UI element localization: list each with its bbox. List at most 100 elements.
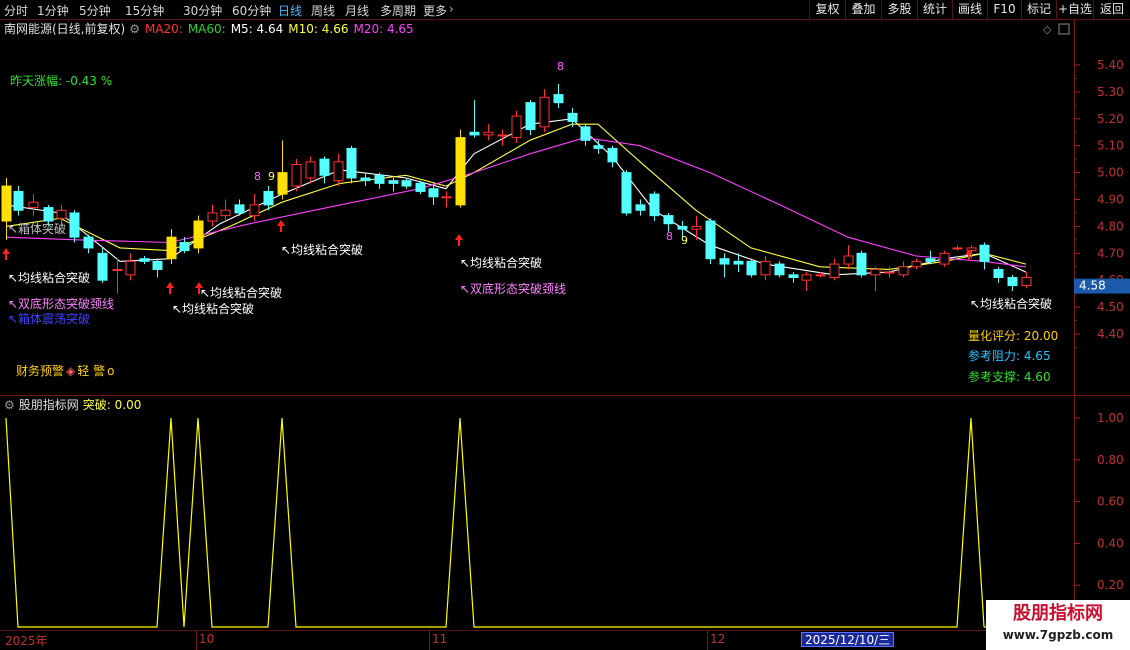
period-tab-2[interactable]: 5分钟 [79,2,111,19]
date-axis: 2025年 10 11 12 2025/12/10/三 [0,630,1130,650]
sequence-count-label: 8 [666,230,673,243]
period-tab-4[interactable]: 30分钟 [183,2,222,19]
price-tick-label: 4.70 [1097,246,1124,260]
candle-body-highlight [166,236,177,260]
candle [13,186,24,216]
candle-body-down [925,258,936,262]
candle [788,272,799,283]
price-tick-label: 4.90 [1097,193,1124,207]
toolbar-button-8[interactable]: 返回 [1093,0,1130,20]
period-tab-6[interactable]: 日线 [278,2,302,19]
chart-title-line: 南网能源(日线,前复权) ⚙ MA20: MA60: M5: 4.64 M10: 4.66… [4,21,414,36]
candle-body-down [733,260,744,265]
price-tick-label: 4.40 [1097,327,1124,341]
period-tab-10[interactable]: 更多 [423,2,447,19]
date-axis-divider [196,631,197,650]
candle-body-up [911,260,922,268]
pattern-label: ↖均线粘合突破 [460,255,542,270]
candle-body-up [207,212,218,222]
toolbar-button-7[interactable]: +自选 [1056,0,1093,20]
candle-body-highlight [1,185,12,222]
pattern-label: ↖均线粘合突破 [172,301,254,316]
more-chevron-icon[interactable]: › [449,2,454,16]
candle [333,153,344,187]
prev-change-label: 昨天涨幅: -0.43 % [10,73,112,88]
candle-body-up [220,209,231,217]
candle [234,199,245,216]
candle-body-up [801,274,812,281]
toolbar-button-0[interactable]: 复权 [809,0,845,20]
candle-body-down [360,177,371,182]
toolbar-button-4[interactable]: 画线 [952,0,987,20]
candle-body-down [607,147,618,163]
annotation-layer: ↖均线粘合突破↖双底形态突破颈线↖箱体突破↖箱体震荡突破↖均线粘合突破↖均线粘合… [2,60,1052,326]
site-watermark: 股朋指标网 www.7gpzb.com [986,600,1130,650]
ma-line-m10 [5,123,1027,270]
toolbar-button-1[interactable]: 叠加 [845,0,881,20]
cursor-date-box: 2025/12/10/三 [801,632,895,647]
period-tab-5[interactable]: 60分钟 [232,2,271,19]
toolbar-button-2[interactable]: 多股 [881,0,917,20]
last-price-label: 4.58 [1079,279,1106,293]
candle-body-down [635,204,646,211]
toolbar-button-3[interactable]: 统计 [917,0,952,20]
period-tab-9[interactable]: 多周期 [380,2,416,19]
candle [112,258,123,294]
pattern-label: ↖均线粘合突破 [281,242,363,257]
candle-body-down [13,190,24,211]
period-tab-0[interactable]: 分时 [4,2,28,19]
candle [939,250,950,267]
candle-body-up [112,268,123,271]
candle [760,255,771,281]
candle-body-down [263,190,274,206]
gear-icon[interactable]: ⚙ [4,398,15,412]
period-tab-3[interactable]: 15分钟 [125,2,164,19]
period-tab-8[interactable]: 月线 [345,2,369,19]
settings-gear-icon[interactable]: ⚙ [129,22,140,36]
period-tab-1[interactable]: 1分钟 [37,2,69,19]
pattern-label: ↖双底形态突破颈线 [460,281,566,296]
candle-body-down [746,260,757,276]
candle-body-down [97,252,108,281]
candle [207,204,218,227]
candle-body-up [760,260,771,276]
date-axis-label: 12 [710,632,726,646]
candle [193,215,204,254]
candle-body-highlight [277,172,288,195]
candle [774,261,785,278]
candle [635,199,646,216]
candle-body-down [856,252,867,276]
price-tick-label: 5.10 [1097,139,1124,153]
candle [388,177,399,192]
candle [401,177,412,189]
candle [553,83,564,109]
price-tick-label: 5.30 [1097,85,1124,99]
panel-maximize-icon[interactable] [1058,23,1070,35]
candle [469,99,480,138]
date-axis-divider [429,631,430,650]
date-axis-label: 2025年 [5,634,48,648]
breakout-signal-line [5,417,985,628]
candle [152,258,163,278]
candle-body-up [691,225,702,230]
candle [607,145,618,168]
reference-resistance: 参考阻力: 4.65 [968,348,1051,363]
panel-diamond-icon[interactable]: ◇ [1043,23,1052,36]
candle-body-down [469,131,480,136]
chart-header: 南网能源(日线,前复权) ⚙ MA20: MA60: M5: 4.64 M10: 4.66… [4,21,1130,384]
price-axis: 4.404.504.604.704.804.905.005.105.205.30… [0,20,1130,396]
price-tick-label: 5.00 [1097,166,1124,180]
candle-body-down [1007,277,1018,287]
sub-tick-label: 0.80 [1097,453,1124,467]
reference-support: 参考支撑: 4.60 [968,369,1051,384]
candle-body-down [788,274,799,279]
toolbar-button-5[interactable]: F10 [987,0,1021,20]
candle-body-down [43,207,54,222]
candle [69,210,80,243]
candle-body-down [719,258,730,265]
ma-legend-1: MA60: [188,22,226,36]
period-tab-7[interactable]: 周线 [311,2,335,19]
sequence-count-label: 9 [268,170,275,183]
toolbar-button-6[interactable]: 标记 [1021,0,1056,20]
date-axis-divider [707,631,708,650]
